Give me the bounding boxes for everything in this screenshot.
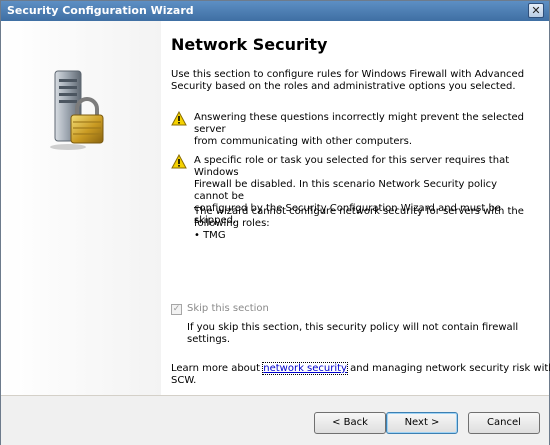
learn-more-prefix: Learn more about — [171, 363, 264, 374]
page-title: Network Security — [171, 35, 328, 54]
learn-more-suffix: and managing network security risk with — [346, 363, 550, 374]
roles-line-1: The wizard cannot configure network secu… — [194, 206, 524, 217]
server-lock-icon — [50, 70, 104, 150]
warning-text-1: Answering these questions incorrectly mi… — [194, 112, 534, 148]
wizard-content: Network Security Use this section to con… — [161, 21, 550, 395]
skip-desc-line-2: settings. — [187, 334, 231, 345]
skip-section-checkbox[interactable]: ✓ — [171, 304, 182, 315]
wizard-footer: < Back Next > Cancel — [1, 395, 549, 445]
skip-desc-line-1: If you skip this section, this security … — [187, 322, 519, 333]
back-button[interactable]: < Back — [314, 412, 386, 434]
warning1-line-1: Answering these questions incorrectly mi… — [194, 112, 525, 135]
warning-icon — [171, 111, 187, 126]
warning1-line-2: from communicating with other computers. — [194, 136, 413, 147]
role-item-tmg: • TMG — [194, 230, 226, 241]
warning2-line-1: A specific role or task you selected for… — [194, 155, 510, 178]
warning-icon — [171, 154, 187, 169]
warning2-line-2: Firewall be disabled. In this scenario N… — [194, 179, 498, 202]
intro-line-1: Use this section to configure rules for … — [171, 69, 525, 80]
learn-more-text: Learn more about network security and ma… — [171, 362, 550, 387]
skip-section-label[interactable]: Skip this section — [187, 303, 269, 314]
learn-more-line-1: Learn more about network security and ma… — [171, 362, 550, 375]
skip-description: If you skip this section, this security … — [187, 322, 527, 346]
intro-line-2: Security based on the roles and administ… — [171, 81, 516, 92]
close-button[interactable]: ✕ — [528, 3, 544, 18]
roles-text: The wizard cannot configure network secu… — [194, 206, 534, 230]
title-bar[interactable]: Security Configuration Wizard ✕ — [1, 1, 549, 21]
wizard-side-panel — [1, 21, 161, 395]
network-security-link[interactable]: network security — [262, 362, 348, 375]
next-button[interactable]: Next > — [386, 412, 458, 434]
learn-more-line-2: SCW. — [171, 375, 197, 386]
intro-text: Use this section to configure rules for … — [171, 69, 531, 93]
cancel-button[interactable]: Cancel — [468, 412, 540, 434]
window-title: Security Configuration Wizard — [7, 4, 194, 17]
wizard-window: Security Configuration Wizard ✕ Network … — [0, 0, 550, 445]
roles-line-2: following roles: — [194, 218, 270, 229]
